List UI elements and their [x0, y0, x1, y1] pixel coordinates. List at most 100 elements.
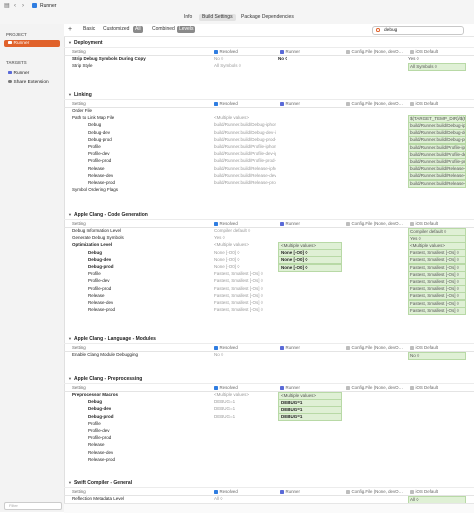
setting-row[interactable]: Strip Debug Symbols During Copy No ◊ No ◊ Y… [64, 55, 474, 62]
column-config-file[interactable]: Config.File (None, devO… [346, 221, 403, 226]
setting-row[interactable]: Generate Debug Symbols Yes ◊ Yes ◊ [64, 234, 474, 243]
search-input[interactable]: debug [384, 27, 397, 34]
setting-row[interactable]: Debug DEBUG=1 DEBUG=1 [64, 398, 474, 407]
section-header[interactable]: ▼ Linking [68, 92, 92, 98]
sidebar-item-project-runner[interactable]: Runner [4, 40, 60, 47]
setting-row[interactable]: Debug None [-O0] ◊ None [-O0] ◊ Fastest, Sm… [64, 249, 474, 258]
ios-default-value[interactable]: All Symbols ◊ [408, 62, 466, 71]
setting-row[interactable]: Debug-dev build/Runner.build/Debug-dev-ip… [64, 129, 474, 138]
forward-arrow-icon[interactable]: › [22, 3, 24, 9]
section-header[interactable]: ▼ Swift Compiler - General [68, 480, 132, 486]
setting-row[interactable]: Preprocessor Macros <Multiple values> <Mul… [64, 391, 474, 400]
disclosure-chevron-icon[interactable]: ▼ [68, 336, 72, 341]
column-setting[interactable]: Setting [72, 101, 86, 106]
search-field[interactable]: debug [372, 26, 464, 35]
setting-row[interactable]: Release-dev Fastest, Smallest [-Os] ◊ Fast… [64, 299, 474, 308]
tab-package-dependencies[interactable]: Package Dependencies [238, 14, 297, 21]
column-resolved[interactable]: Resolved [214, 345, 238, 350]
sidebar-toggle-icon[interactable]: ▤ [4, 3, 10, 9]
column-resolved[interactable]: Resolved [214, 49, 238, 54]
setting-row[interactable]: Release Fastest, Smallest [-Os] ◊ Fastest,… [64, 292, 474, 301]
column-runner[interactable]: Runner [280, 385, 300, 390]
setting-row[interactable]: Release [64, 441, 474, 448]
section-header[interactable]: ▼ Deployment [68, 40, 103, 46]
setting-row[interactable]: Profile build/Runner.build/Profile-iphone… [64, 143, 474, 152]
column-runner[interactable]: Runner [280, 345, 300, 350]
sidebar-item-target-share-extension[interactable]: Share Extension [4, 79, 60, 86]
setting-row[interactable]: Release-dev [64, 449, 474, 456]
disclosure-chevron-icon[interactable]: ▼ [68, 92, 72, 97]
setting-row[interactable]: Profile-dev build/Runner.build/Profile-de… [64, 150, 474, 159]
column-ios-default[interactable]: iOS Default [410, 221, 438, 226]
column-setting[interactable]: Setting [72, 221, 86, 226]
setting-row[interactable]: Debug build/Runner.build/Debug-iphoneos/R… [64, 121, 474, 130]
setting-row[interactable]: Debug-dev None [-O0] ◊ None [-O0] ◊ Fastest… [64, 256, 474, 265]
setting-row[interactable]: Symbol Ordering Flags [64, 186, 474, 193]
sidebar-filter-input[interactable]: Filter [4, 502, 62, 510]
setting-row[interactable]: Profile [64, 420, 474, 427]
ios-default-value[interactable]: Fastest, Smallest [-Os] ◊ [408, 306, 466, 315]
filter-customized-button[interactable]: Customized [101, 26, 131, 33]
column-ios-default[interactable]: iOS Default [410, 345, 438, 350]
ios-default-value[interactable]: No ◊ [408, 351, 466, 360]
setting-row[interactable]: Release-prod build/Runner.build/Release-p… [64, 179, 474, 188]
column-ios-default[interactable]: iOS Default [410, 101, 438, 106]
column-runner[interactable]: Runner [280, 49, 300, 54]
column-resolved[interactable]: Resolved [214, 101, 238, 106]
filter-combined-button[interactable]: Combined [150, 26, 177, 33]
column-ios-default[interactable]: iOS Default [410, 49, 438, 54]
tab-info[interactable]: Info [181, 14, 195, 21]
setting-row[interactable]: Profile-prod build/Runner.build/Profile-p… [64, 157, 474, 166]
column-setting[interactable]: Setting [72, 385, 86, 390]
column-runner[interactable]: Runner [280, 489, 300, 494]
setting-row[interactable]: Profile Fastest, Smallest [-Os] ◊ Fastest,… [64, 270, 474, 279]
column-config-file[interactable]: Config.File (None, devO… [346, 101, 403, 106]
column-resolved[interactable]: Resolved [214, 385, 238, 390]
setting-row[interactable]: Release-prod [64, 456, 474, 463]
disclosure-chevron-icon[interactable]: ▼ [68, 212, 72, 217]
setting-row[interactable]: Debug-prod build/Runner.build/Debug-prod-… [64, 136, 474, 145]
column-runner[interactable]: Runner [280, 221, 300, 226]
section-header[interactable]: ▼ Apple Clang - Language - Modules [68, 336, 156, 342]
disclosure-chevron-icon[interactable]: ▼ [68, 376, 72, 381]
setting-row[interactable]: Strip Style All Symbols ◊ All Symbols ◊ [64, 62, 474, 71]
setting-row[interactable]: Profile-dev [64, 427, 474, 434]
setting-row[interactable]: Profile-dev Fastest, Smallest [-Os] ◊ Fast… [64, 277, 474, 286]
setting-row[interactable]: Debug-prod None [-O0] ◊ None [-O0] ◊ Fastes… [64, 263, 474, 272]
filter-all-button[interactable]: All [133, 26, 143, 33]
column-resolved[interactable]: Resolved [214, 221, 238, 226]
column-resolved[interactable]: Resolved [214, 489, 238, 494]
filter-basic-button[interactable]: Basic [81, 26, 97, 33]
ios-default-value[interactable]: Yes ◊ [408, 56, 419, 61]
setting-row[interactable]: Reflection Metadata Level All ◊ All ◊ [64, 495, 474, 504]
column-config-file[interactable]: Config.File (None, devO… [346, 49, 403, 54]
disclosure-chevron-icon[interactable]: ▼ [68, 40, 72, 45]
setting-row[interactable]: Debug Information Level Compiler default … [64, 227, 474, 236]
column-config-file[interactable]: Config.File (None, devO… [346, 385, 403, 390]
filter-levels-button[interactable]: Levels [177, 26, 196, 33]
setting-row[interactable]: Profile-prod Fastest, Smallest [-Os] ◊ Fas… [64, 285, 474, 294]
setting-row[interactable]: Release-dev build/Runner.build/Release-de… [64, 172, 474, 181]
setting-row[interactable]: Path to Link Map File <Multiple values> $(… [64, 114, 474, 123]
column-ios-default[interactable]: iOS Default [410, 385, 438, 390]
setting-row[interactable]: Enable Clang Module Debugging No ◊ No ◊ [64, 351, 474, 360]
column-setting[interactable]: Setting [72, 489, 86, 494]
setting-row[interactable]: Release build/Runner.build/Release-iphone… [64, 165, 474, 174]
column-runner[interactable]: Runner [280, 101, 300, 106]
column-config-file[interactable]: Config.File (None, devO… [346, 345, 403, 350]
setting-row[interactable]: Order File [64, 107, 474, 114]
setting-row[interactable]: Release-prod Fastest, Smallest [-Os] ◊ Fas… [64, 306, 474, 315]
add-build-setting-icon[interactable]: + [68, 26, 72, 33]
disclosure-chevron-icon[interactable]: ▼ [68, 480, 72, 485]
column-config-file[interactable]: Config.File (None, devO… [346, 489, 403, 494]
sidebar-item-target-runner[interactable]: Runner [4, 70, 60, 77]
runner-value[interactable]: No ◊ [278, 56, 287, 61]
section-header[interactable]: ▼ Apple Clang - Preprocessing [68, 376, 142, 382]
tab-build-settings[interactable]: Build Settings [199, 14, 236, 21]
back-arrow-icon[interactable]: ‹ [14, 3, 16, 9]
column-setting[interactable]: Setting [72, 345, 86, 350]
column-setting[interactable]: Setting [72, 49, 86, 54]
setting-row[interactable]: Debug-dev DEBUG=1 DEBUG=1 [64, 405, 474, 414]
setting-row[interactable]: Optimization Level <Multiple values> <Mult… [64, 241, 474, 250]
setting-row[interactable]: Debug-prod DEBUG=1 DEBUG=1 [64, 413, 474, 422]
